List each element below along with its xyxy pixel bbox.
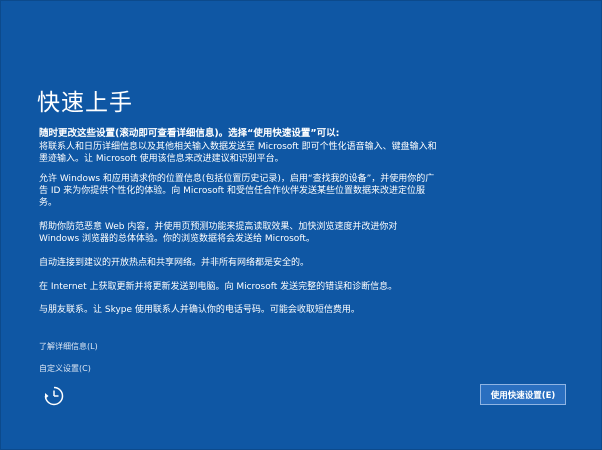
paragraph-line: 在 Internet 上获取更新并将更新发送到电脑。向 Microsoft 发送… bbox=[39, 282, 398, 292]
paragraph-hotspots: 自动连接到建议的开放热点和共享网络。并非所有网络都是安全的。 bbox=[39, 257, 459, 269]
paragraph-line: 墨迹输入。让 Microsoft 使用该信息来改进建议和识别平台。 bbox=[39, 154, 284, 164]
paragraph-personalization: 将联系人和日历详细信息以及其他相关输入数据发送至 Microsoft 即可个性化… bbox=[39, 141, 459, 165]
paragraph-line: 与朋友联系。让 Skype 使用联系人并确认你的电话号码。可能会收取短信费用。 bbox=[39, 305, 360, 315]
customize-settings-link[interactable]: 自定义设置(C) bbox=[39, 363, 91, 374]
ease-of-access-icon[interactable] bbox=[43, 385, 65, 407]
paragraph-browser: 帮助你防范恶意 Web 内容，并使用页预测功能来提高读取效果、加快浏览速度并改进… bbox=[39, 221, 459, 245]
paragraph-location: 允许 Windows 和应用请求你的位置信息(包括位置历史记录)，启用“查找我的… bbox=[39, 173, 459, 209]
use-express-settings-button[interactable]: 使用快速设置(E) bbox=[480, 384, 566, 405]
paragraph-line: 自动连接到建议的开放热点和共享网络。并非所有网络都是安全的。 bbox=[39, 258, 310, 268]
paragraph-updates: 在 Internet 上获取更新并将更新发送到电脑。向 Microsoft 发送… bbox=[39, 281, 459, 293]
page-subtitle: 随时更改这些设置(滚动即可查看详细信息)。选择“使用快速设置”可以: bbox=[39, 128, 340, 139]
paragraph-line: 将联系人和日历详细信息以及其他相关输入数据发送至 Microsoft 即可个性化… bbox=[39, 142, 437, 152]
paragraph-line: 告 ID 来为你提供个性化的体验。向 Microsoft 和受信任合作伙伴发送某… bbox=[39, 186, 425, 196]
paragraph-line: 允许 Windows 和应用请求你的位置信息(包括位置历史记录)，启用“查找我的… bbox=[39, 174, 435, 184]
paragraph-line: 帮助你防范恶意 Web 内容，并使用页预测功能来提高读取效果、加快浏览速度并改进… bbox=[39, 222, 398, 232]
paragraph-skype: 与朋友联系。让 Skype 使用联系人并确认你的电话号码。可能会收取短信费用。 bbox=[39, 304, 459, 316]
paragraph-line: Windows 浏览器的总体体验。你的浏览数据将会发送给 Microsoft。 bbox=[39, 234, 315, 244]
learn-more-link[interactable]: 了解详细信息(L) bbox=[39, 341, 98, 352]
ease-of-access-icon-svg bbox=[44, 386, 64, 406]
paragraph-line: 务。 bbox=[39, 198, 58, 208]
setup-screen: 快速上手 随时更改这些设置(滚动即可查看详细信息)。选择“使用快速设置”可以: … bbox=[0, 0, 602, 450]
page-title: 快速上手 bbox=[37, 90, 133, 116]
